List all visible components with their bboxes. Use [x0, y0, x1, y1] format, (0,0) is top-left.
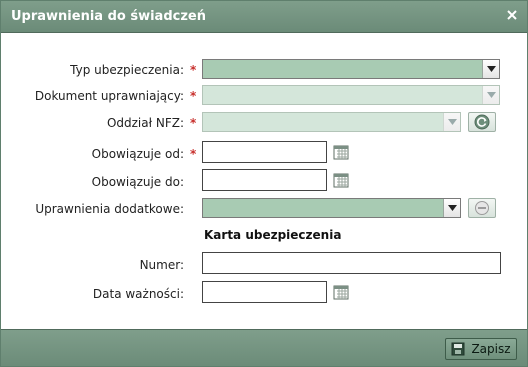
required-mark: * — [190, 63, 197, 77]
chevron-down-icon[interactable] — [482, 86, 499, 104]
refresh-button[interactable] — [468, 112, 496, 132]
numer-label: Numer: — [139, 258, 184, 272]
dokument-uprawniajacy-select[interactable] — [202, 85, 500, 105]
remove-icon — [475, 201, 489, 215]
obowiazuje-od-input[interactable] — [202, 141, 327, 163]
uprawnienia-dodatkowe-label: Uprawnienia dodatkowe: — [35, 202, 184, 216]
dokument-uprawniajacy-label: Dokument uprawniający: — [34, 89, 184, 103]
chevron-down-icon[interactable] — [482, 60, 499, 78]
dialog-footer: Zapisz — [1, 329, 527, 366]
uprawnienia-dodatkowe-select[interactable] — [202, 198, 461, 218]
save-label: Zapisz — [471, 342, 511, 356]
calendar-button[interactable] — [332, 283, 350, 301]
close-button[interactable] — [505, 8, 519, 22]
oddzial-nfz-select[interactable] — [202, 112, 461, 132]
required-mark: * — [190, 116, 197, 130]
obowiazuje-do-input[interactable] — [202, 169, 327, 191]
refresh-icon — [474, 114, 490, 130]
data-waznosci-label: Data ważności: — [92, 287, 184, 301]
save-icon — [451, 342, 465, 356]
calendar-button[interactable] — [332, 171, 350, 189]
dialog-title: Uprawnienia do świadczeń — [11, 9, 206, 24]
numer-input[interactable] — [202, 252, 501, 274]
obowiazuje-do-label: Obowiązuje do: — [91, 175, 184, 189]
close-icon — [507, 10, 517, 20]
required-mark: * — [190, 147, 197, 161]
dialog-titlebar: Uprawnienia do świadczeń — [1, 1, 527, 33]
dialog-content: Typ ubezpieczenia: * Dokument uprawniają… — [1, 33, 527, 329]
typ-ubezpieczenia-select[interactable] — [202, 59, 500, 79]
calendar-button[interactable] — [332, 143, 350, 161]
calendar-icon — [333, 285, 349, 300]
karta-ubezpieczenia-title: Karta ubezpieczenia — [204, 228, 342, 242]
save-button[interactable]: Zapisz — [445, 338, 517, 360]
chevron-down-icon[interactable] — [443, 113, 460, 131]
calendar-icon — [333, 173, 349, 188]
chevron-down-icon[interactable] — [443, 199, 460, 217]
oddzial-nfz-label: Oddział NFZ: — [106, 116, 184, 130]
calendar-icon — [333, 145, 349, 160]
obowiazuje-od-label: Obowiązuje od: — [91, 147, 184, 161]
data-waznosci-input[interactable] — [202, 281, 327, 303]
typ-ubezpieczenia-label: Typ ubezpieczenia: — [70, 63, 184, 77]
required-mark: * — [190, 89, 197, 103]
dialog-window: Uprawnienia do świadczeń Typ ubezpieczen… — [0, 0, 528, 367]
remove-button[interactable] — [468, 198, 496, 218]
